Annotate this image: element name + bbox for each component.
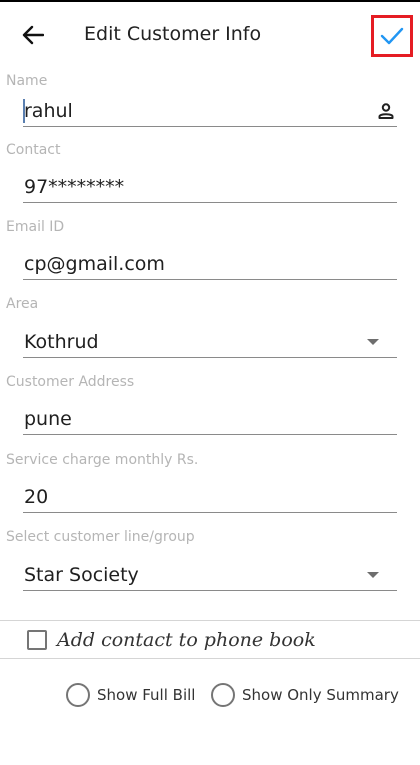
- app-bar: Edit Customer Info: [0, 2, 420, 64]
- back-button[interactable]: [14, 16, 52, 54]
- address-label: Customer Address: [6, 374, 135, 390]
- save-button[interactable]: [371, 15, 413, 57]
- name-field-group: Name rahul: [0, 73, 420, 129]
- customer-group-dropdown[interactable]: Star Society: [23, 555, 397, 591]
- divider: [0, 620, 420, 621]
- contact-label: Contact: [6, 142, 61, 158]
- service-charge-value: 20: [24, 486, 49, 508]
- email-input[interactable]: cp@gmail.com: [23, 244, 397, 280]
- show-only-summary-radio[interactable]: Show Only Summary: [211, 683, 399, 709]
- arrow-left-icon: [22, 25, 44, 45]
- person-icon[interactable]: [377, 102, 395, 120]
- area-value: Kothrud: [24, 331, 99, 353]
- show-only-summary-label: Show Only Summary: [242, 686, 399, 704]
- name-value: rahul: [24, 100, 73, 122]
- add-to-phonebook-checkbox[interactable]: [27, 630, 47, 650]
- customer-group-label: Select customer line/group: [6, 529, 195, 545]
- email-value: cp@gmail.com: [24, 253, 165, 275]
- address-value: pune: [24, 408, 72, 430]
- name-input[interactable]: rahul: [23, 91, 397, 127]
- divider: [0, 658, 420, 659]
- address-input[interactable]: pune: [23, 399, 397, 435]
- service-charge-label: Service charge monthly Rs.: [6, 452, 199, 468]
- contact-field-group: Contact 97********: [0, 142, 420, 204]
- radio-button[interactable]: [66, 683, 90, 707]
- area-label: Area: [6, 296, 39, 312]
- page-title: Edit Customer Info: [84, 23, 262, 45]
- add-to-phonebook-label: Add contact to phone book: [57, 629, 316, 651]
- area-field-group: Area Kothrud: [0, 296, 420, 358]
- contact-value: 97********: [24, 176, 125, 198]
- show-full-bill-radio[interactable]: Show Full Bill: [66, 683, 196, 709]
- name-label: Name: [6, 73, 48, 89]
- area-dropdown[interactable]: Kothrud: [23, 322, 397, 358]
- customer-group-field-group: Select customer line/group Star Society: [0, 529, 420, 591]
- email-field-group: Email ID cp@gmail.com: [0, 219, 420, 281]
- email-label: Email ID: [6, 219, 65, 235]
- radio-button[interactable]: [211, 683, 235, 707]
- dropdown-arrow-icon[interactable]: [367, 572, 379, 578]
- address-field-group: Customer Address pune: [0, 374, 420, 436]
- add-to-phonebook-row[interactable]: Add contact to phone book: [0, 622, 420, 658]
- contact-input[interactable]: 97********: [23, 167, 397, 203]
- service-charge-field-group: Service charge monthly Rs. 20: [0, 452, 420, 514]
- show-full-bill-label: Show Full Bill: [97, 686, 196, 704]
- customer-group-value: Star Society: [24, 564, 139, 586]
- check-icon: [380, 27, 404, 45]
- service-charge-input[interactable]: 20: [23, 477, 397, 513]
- dropdown-arrow-icon[interactable]: [367, 339, 379, 345]
